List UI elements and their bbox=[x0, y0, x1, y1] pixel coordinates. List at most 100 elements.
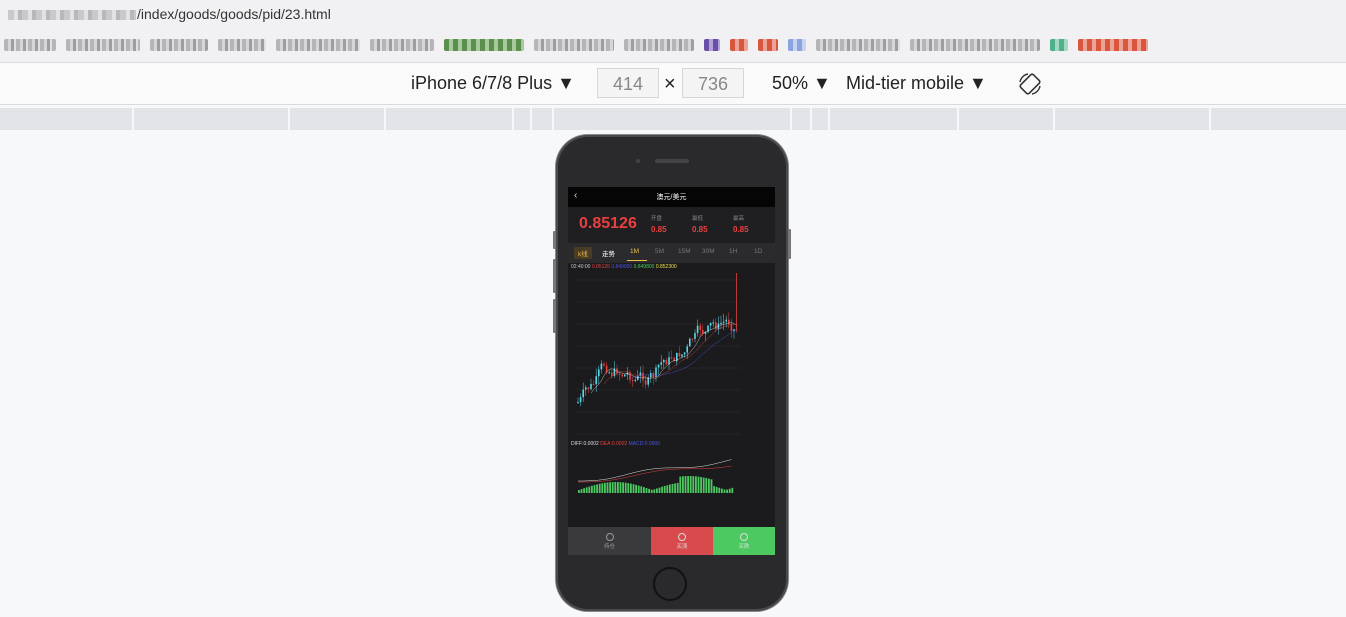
candle-body bbox=[722, 321, 725, 323]
bookmark-item[interactable] bbox=[66, 38, 140, 51]
bookmark-item[interactable] bbox=[1078, 38, 1148, 51]
bookmark-item[interactable] bbox=[730, 38, 748, 51]
bookmark-item[interactable] bbox=[910, 38, 1040, 51]
macd-bar bbox=[645, 487, 648, 493]
bookmark-item[interactable] bbox=[370, 38, 434, 51]
tab-30m[interactable]: 30M bbox=[702, 248, 715, 255]
bookmark-item[interactable] bbox=[4, 38, 56, 51]
candle-body bbox=[603, 363, 605, 366]
macd-bar bbox=[700, 477, 702, 493]
candle-body bbox=[712, 322, 714, 324]
macd-bar bbox=[731, 487, 734, 493]
macd-bar bbox=[627, 483, 630, 493]
ruler-divider bbox=[957, 108, 959, 130]
bookmark-item[interactable] bbox=[218, 38, 266, 51]
candle-body bbox=[608, 372, 610, 374]
candle-body bbox=[681, 354, 683, 357]
candle-body bbox=[665, 359, 668, 365]
macd-bar bbox=[692, 476, 695, 493]
macd-bar bbox=[630, 483, 632, 493]
macd-bar bbox=[617, 482, 619, 493]
home-button[interactable] bbox=[653, 567, 687, 601]
macd-bar bbox=[669, 484, 671, 493]
buy-down-button[interactable]: 买跌 bbox=[713, 527, 775, 555]
rotate-icon[interactable] bbox=[1018, 72, 1042, 96]
ruler-divider bbox=[132, 108, 134, 130]
kline-chart-area[interactable]: 02:40:00 0.85126 0.849900 0.849800 0.852… bbox=[568, 263, 775, 525]
candle-body bbox=[642, 372, 644, 381]
ruler-divider bbox=[530, 108, 532, 130]
bookmark-item[interactable] bbox=[1050, 38, 1068, 51]
back-icon[interactable]: ‹ bbox=[574, 190, 577, 201]
macd-bar bbox=[723, 489, 726, 493]
candle-body bbox=[618, 373, 621, 375]
address-bar[interactable]: /index/goods/goods/pid/23.html bbox=[0, 0, 1346, 27]
macd-bar bbox=[702, 477, 705, 493]
open-label: 开盘 bbox=[651, 216, 663, 222]
macd-bar bbox=[705, 478, 708, 493]
macd-bar bbox=[591, 485, 593, 493]
macd-bar bbox=[674, 483, 676, 493]
candle-body bbox=[621, 374, 623, 377]
zoom-select[interactable]: 50% ▼ bbox=[772, 73, 831, 94]
candle-body bbox=[663, 359, 665, 363]
tab-5m[interactable]: 5M bbox=[655, 248, 664, 255]
ruler-divider bbox=[1053, 108, 1055, 130]
ruler-divider bbox=[384, 108, 386, 130]
bookmark-item[interactable] bbox=[758, 38, 778, 51]
macd-bar bbox=[609, 482, 611, 493]
macd-bar bbox=[596, 484, 598, 493]
holdings-button[interactable]: 持仓 bbox=[568, 527, 651, 555]
ruler-divider bbox=[512, 108, 514, 130]
bookmark-item[interactable] bbox=[704, 38, 720, 51]
viewport-width-input[interactable]: 414 bbox=[597, 68, 659, 98]
tab-1m[interactable]: 1M bbox=[630, 248, 639, 255]
candle-body bbox=[579, 397, 582, 403]
candle-body bbox=[686, 346, 688, 353]
url-host-blurred bbox=[8, 9, 136, 20]
moving-average-lines bbox=[590, 322, 737, 394]
front-camera bbox=[636, 159, 640, 163]
tab-1h[interactable]: 1H bbox=[729, 248, 737, 255]
candle-body bbox=[657, 364, 660, 368]
low-value: 0.85 bbox=[692, 225, 708, 234]
macd-diff: DIFF:0.0002 bbox=[571, 441, 599, 447]
macd-bar bbox=[710, 479, 713, 493]
bookmark-item[interactable] bbox=[276, 38, 360, 51]
device-select[interactable]: iPhone 6/7/8 Plus ▼ bbox=[411, 73, 575, 94]
macd-bar bbox=[585, 487, 588, 493]
bookmark-item[interactable] bbox=[150, 38, 208, 51]
url-text[interactable]: /index/goods/goods/pid/23.html bbox=[8, 6, 331, 22]
candle-body bbox=[715, 322, 717, 330]
candle-body bbox=[637, 375, 639, 380]
macd-bar bbox=[632, 484, 635, 493]
ma-line bbox=[603, 323, 737, 385]
candle-body bbox=[694, 333, 696, 339]
throttle-select[interactable]: Mid-tier mobile ▼ bbox=[846, 73, 987, 94]
bookmark-item[interactable] bbox=[534, 38, 614, 51]
tab-kline[interactable]: k线 bbox=[574, 247, 592, 259]
macd-bar bbox=[601, 483, 604, 493]
ruler-divider bbox=[1209, 108, 1211, 130]
bookmark-item[interactable] bbox=[444, 38, 524, 51]
holdings-icon bbox=[605, 532, 614, 541]
candle-body bbox=[720, 322, 722, 324]
buy-up-icon bbox=[678, 532, 686, 541]
tab-15m[interactable]: 15M bbox=[678, 248, 691, 255]
macd-bar bbox=[708, 478, 710, 493]
bookmark-item[interactable] bbox=[788, 38, 806, 51]
trade-bar: 持仓 买涨 买跌 bbox=[568, 527, 775, 555]
candle-body bbox=[595, 376, 597, 385]
media-query-ruler[interactable] bbox=[0, 108, 1346, 130]
tab-1d[interactable]: 1D bbox=[754, 248, 762, 255]
tab-trend[interactable]: 走势 bbox=[602, 248, 615, 258]
ruler-divider bbox=[288, 108, 290, 130]
macd-bar bbox=[684, 476, 687, 493]
candle-body bbox=[655, 367, 657, 378]
buy-up-button[interactable]: 买涨 bbox=[651, 527, 713, 555]
bookmark-item[interactable] bbox=[624, 38, 694, 51]
macd-panel bbox=[578, 459, 734, 493]
bookmark-item[interactable] bbox=[816, 38, 900, 51]
viewport-height-input[interactable]: 736 bbox=[682, 68, 744, 98]
volume-up-button bbox=[553, 259, 556, 293]
